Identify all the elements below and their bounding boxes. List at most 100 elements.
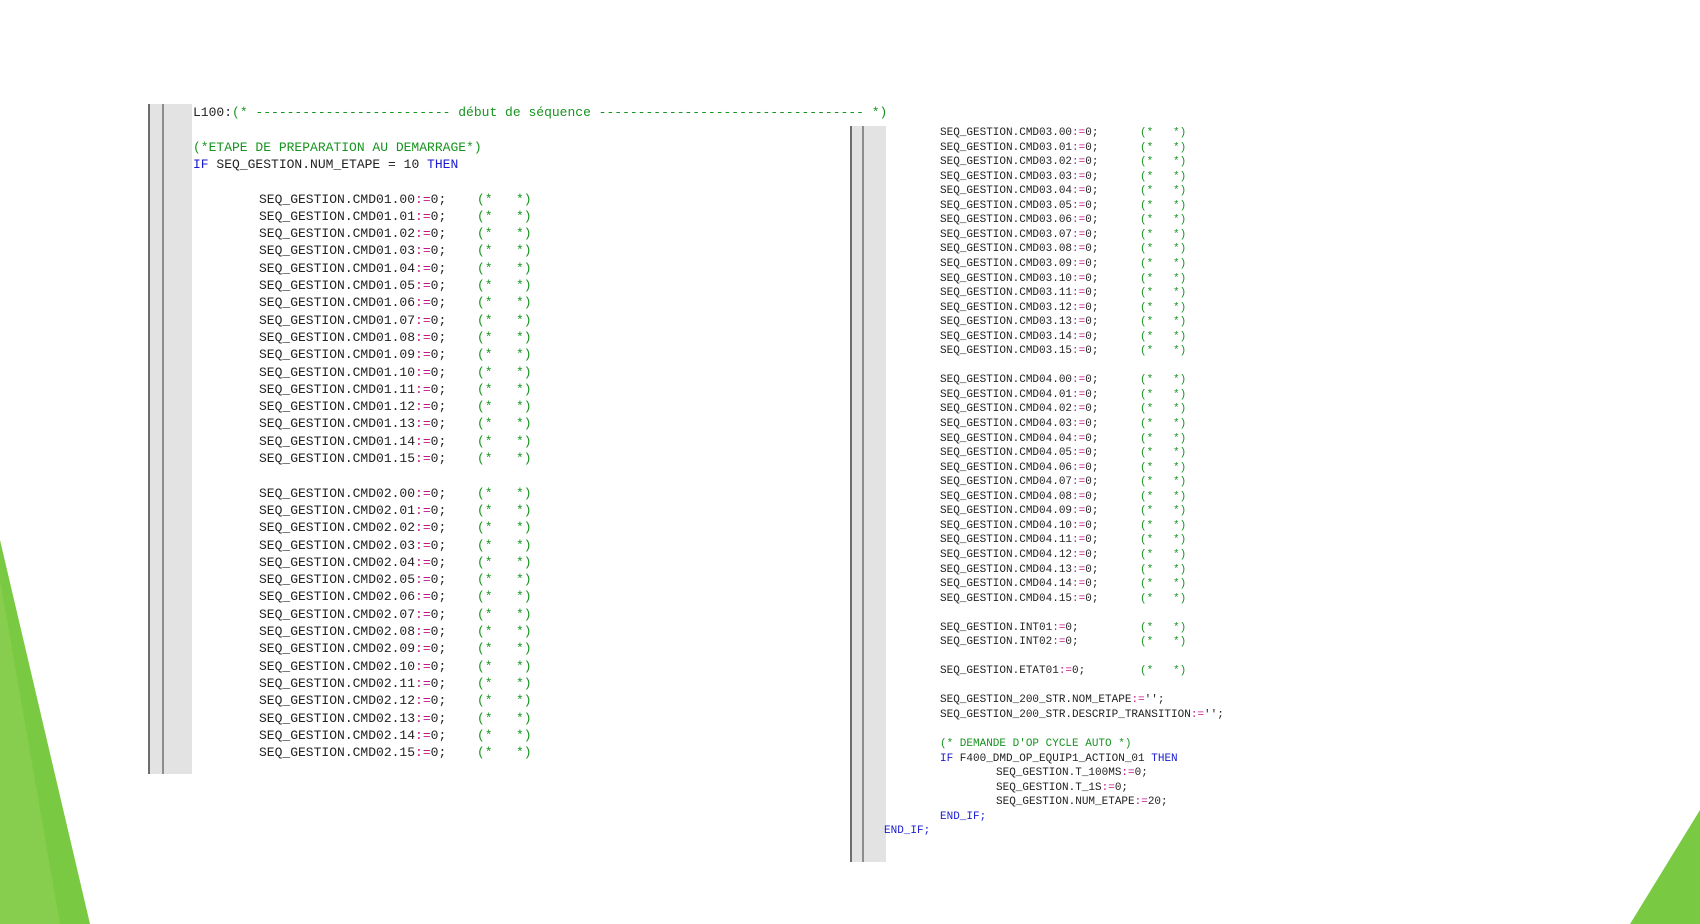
- code-line: L100:(* ------------------------- début …: [193, 104, 887, 121]
- code-line: SEQ_GESTION.CMD03.08:=0; (* *): [940, 242, 1186, 257]
- assign-operator: :=: [415, 537, 431, 553]
- variable-name: SEQ_GESTION.CMD02.15: [259, 745, 416, 761]
- variable-name: SEQ_GESTION.CMD02.09: [259, 641, 416, 657]
- variable-name: SEQ_GESTION.CMD04.14: [940, 578, 1073, 591]
- assign-operator: :=: [415, 451, 431, 466]
- assign-operator: :=: [1072, 432, 1086, 445]
- code-line: SEQ_GESTION.CMD02.04:=0; (* *): [259, 554, 532, 571]
- variable-name: SEQ_GESTION.CMD03.08: [940, 243, 1073, 256]
- variable-name: SEQ_GESTION.CMD03.07: [940, 228, 1073, 241]
- right-code-panel: SEQ_GESTION.CMD03.00:=0; (* *) SEQ_GESTION…: [850, 126, 1320, 862]
- assign-operator: :=: [415, 589, 431, 605]
- variable-name: SEQ_GESTION.CMD04.09: [940, 505, 1073, 518]
- variable-name: SEQ_GESTION.CMD02.00: [259, 485, 416, 501]
- assign-operator: :=: [1072, 578, 1086, 591]
- assigned-value: 0;: [430, 451, 447, 466]
- assigned-value: 0;: [1085, 519, 1099, 532]
- variable-name: SEQ_GESTION.CMD04.08: [940, 490, 1073, 503]
- inline-comment: (* *): [477, 572, 532, 588]
- assign-operator: :=: [415, 329, 431, 345]
- assign-operator: :=: [1072, 214, 1086, 227]
- inline-comment: (* *): [1140, 665, 1187, 678]
- assigned-value: 0;: [430, 606, 447, 622]
- code-line: SEQ_GESTION.CMD04.10:=0; (* *): [940, 519, 1186, 534]
- code-line: SEQ_GESTION.CMD04.11:=0; (* *): [940, 533, 1186, 548]
- assigned-value: 0;: [430, 485, 447, 501]
- assigned-value: 0;: [430, 693, 447, 709]
- variable-name: SEQ_GESTION.CMD02.11: [259, 675, 416, 691]
- code-line: SEQ_GESTION.CMD02.03:=0; (* *): [259, 537, 532, 554]
- variable-name: SEQ_GESTION.CMD01.05: [259, 278, 416, 293]
- inline-comment: (* *): [1140, 621, 1187, 634]
- code-line: SEQ_GESTION.T_100MS:=0;: [996, 766, 1148, 781]
- code-line: SEQ_GESTION.CMD01.13:=0; (* *): [259, 415, 532, 432]
- code-line: SEQ_GESTION.CMD01.04:=0; (* *): [259, 260, 532, 277]
- inline-comment: (* *): [1140, 548, 1187, 561]
- assign-operator: :=: [1072, 534, 1086, 547]
- inline-comment: (* *): [477, 278, 532, 293]
- assigned-value: 0;: [1085, 447, 1099, 460]
- variable-name: SEQ_GESTION.CMD03.04: [940, 185, 1073, 198]
- assigned-value: 0;: [1085, 287, 1099, 300]
- code-comment: (*ETAPE DE PREPARATION AU DEMARRAGE*): [193, 139, 482, 155]
- assigned-value: 0;: [1085, 505, 1099, 518]
- variable-name: SEQ_GESTION.CMD01.15: [259, 451, 416, 466]
- code-line: SEQ_GESTION_200_STR.NOM_ETAPE:='';: [940, 693, 1164, 708]
- inline-comment: (* *): [477, 451, 532, 466]
- code-line: SEQ_GESTION.CMD04.12:=0; (* *): [940, 548, 1186, 563]
- code-line: SEQ_GESTION.T_1S:=0;: [996, 781, 1128, 796]
- assigned-value: 0;: [430, 208, 447, 224]
- variable-name: SEQ_GESTION.CMD02.01: [259, 502, 416, 518]
- assign-operator: :=: [1072, 592, 1086, 605]
- inline-comment: (* *): [1140, 578, 1187, 591]
- assign-operator: :=: [415, 606, 431, 622]
- inline-comment: (* *): [477, 727, 532, 743]
- inline-comment: (* *): [1140, 330, 1187, 343]
- inline-comment: (* *): [477, 710, 532, 726]
- left-green-triangle-decoration: [0, 540, 90, 924]
- variable-name: SEQ_GESTION.NUM_ETAPE: [996, 796, 1135, 809]
- assign-operator: :=: [415, 710, 431, 726]
- code-line: SEQ_GESTION.CMD04.06:=0; (* *): [940, 461, 1186, 476]
- inline-comment: (* *): [477, 243, 532, 259]
- inline-comment: (* *): [477, 364, 532, 380]
- variable-name: SEQ_GESTION.CMD02.14: [259, 727, 416, 743]
- if-keyword: IF: [193, 156, 209, 172]
- assign-operator: :=: [1072, 141, 1086, 154]
- assign-operator: :=: [1072, 418, 1086, 430]
- inline-comment: (* *): [477, 520, 532, 536]
- assigned-value: 0;: [1072, 665, 1086, 678]
- inline-comment: (* *): [477, 658, 532, 674]
- inline-comment: (* *): [1140, 185, 1187, 198]
- variable-name: SEQ_GESTION.CMD04.04: [940, 432, 1073, 445]
- assigned-value: 0;: [1085, 418, 1099, 430]
- variable-name: SEQ_GESTION.CMD01.09: [259, 347, 416, 363]
- assigned-value: 0;: [430, 710, 447, 726]
- code-line: SEQ_GESTION.CMD02.01:=0; (* *): [259, 502, 532, 519]
- assigned-value: 0;: [430, 416, 447, 432]
- variable-name: SEQ_GESTION.CMD01.06: [259, 295, 416, 311]
- assigned-value: 0;: [430, 624, 447, 639]
- assign-operator: :=: [415, 312, 431, 328]
- code-line: SEQ_GESTION.CMD01.03:=0; (* *): [259, 242, 532, 259]
- code-line: IF F400_DMD_OP_EQUIP1_ACTION_01 THEN: [940, 752, 1178, 767]
- inline-comment: (* *): [1140, 388, 1187, 401]
- assign-operator: :=: [1072, 447, 1086, 460]
- code-line: SEQ_GESTION.CMD02.12:=0; (* *): [259, 692, 532, 709]
- code-line: SEQ_GESTION.CMD01.00:=0; (* *): [259, 191, 532, 208]
- assign-operator: :=: [415, 641, 431, 657]
- code-line: SEQ_GESTION.CMD04.07:=0; (* *): [940, 475, 1186, 490]
- step-label: L100:: [193, 105, 233, 120]
- code-line: SEQ_GESTION.CMD03.07:=0; (* *): [940, 228, 1186, 243]
- variable-name: SEQ_GESTION.CMD04.12: [940, 548, 1073, 561]
- inline-comment: (* *): [1140, 170, 1187, 183]
- code-line: SEQ_GESTION.CMD04.04:=0; (* *): [940, 432, 1186, 447]
- variable-name: SEQ_GESTION.CMD01.13: [259, 416, 416, 432]
- assign-operator: :=: [1072, 519, 1086, 532]
- assigned-value: 0;: [1065, 636, 1079, 649]
- inline-comment: (* *): [1140, 432, 1187, 445]
- variable-name: SEQ_GESTION.CMD01.01: [259, 208, 416, 224]
- code-line: SEQ_GESTION.CMD02.07:=0; (* *): [259, 606, 532, 623]
- inline-comment: (* *): [1140, 403, 1187, 416]
- assigned-value: 0;: [1085, 490, 1099, 503]
